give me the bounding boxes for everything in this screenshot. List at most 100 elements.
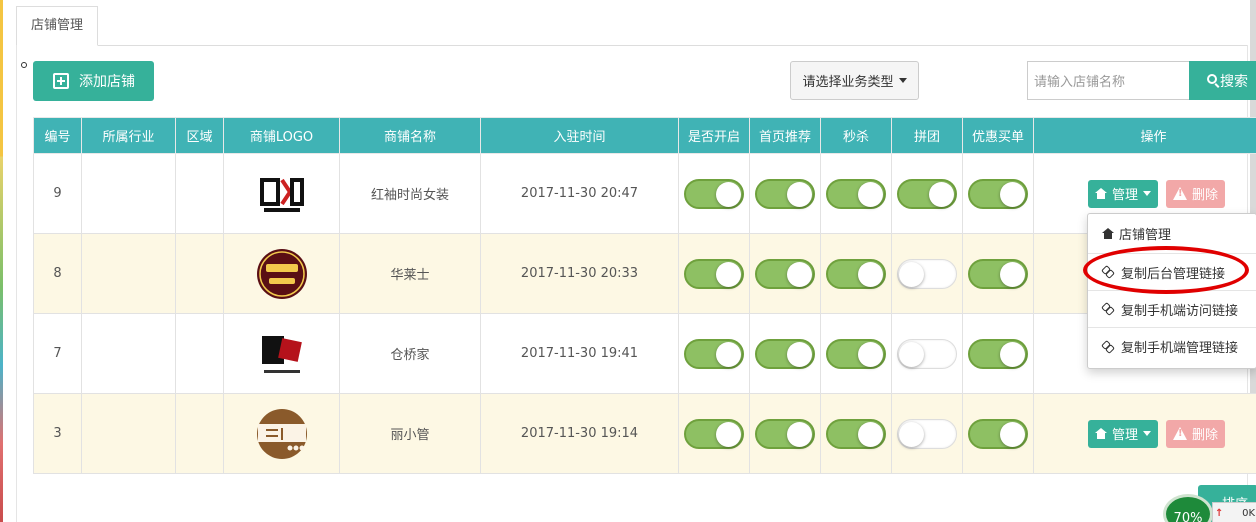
toggle-open[interactable] [684,418,744,449]
delete-label: 删除 [1192,428,1219,443]
header-time: 入驻时间 [480,117,679,154]
toggle-home-recommend[interactable] [755,258,815,289]
business-type-select[interactable]: 请选择业务类型 [790,61,919,100]
manage-button[interactable]: 管理 [1088,179,1159,208]
cell-id: 7 [33,313,82,394]
table-row: 3 丽小管 2017-11-30 19:14 管理 删 [33,393,1256,474]
toggle-knob [787,421,812,447]
toggle-group-buy[interactable] [897,258,957,289]
cell-discount [962,313,1034,394]
toggle-open[interactable] [684,178,744,209]
menu-item-label: 店铺管理 [1119,228,1172,243]
delete-button[interactable]: 删除 [1166,179,1226,208]
cell-open [678,153,750,234]
cell-discount [962,153,1034,234]
cell-name: 华莱士 [339,233,481,314]
toggle-group-buy[interactable] [897,338,957,369]
cell-open [678,393,750,474]
left-color-strip [0,0,3,522]
table-row: 7 仓桥家 2017-11-30 19:41 [33,313,1256,394]
home-icon [1095,188,1107,199]
cell-actions: 管理 删除 [1033,393,1256,474]
toggle-discount-pay[interactable] [968,178,1028,209]
shop-logo-cangqiaojia [255,327,308,380]
toggle-home-recommend[interactable] [755,418,815,449]
cell-time: 2017-11-30 20:33 [480,233,679,314]
shop-name-search-input[interactable]: 请输入店铺名称 [1027,61,1190,100]
network-speed-widget: ↑ 0K [1212,502,1256,522]
header-open: 是否开启 [678,117,750,154]
manage-button[interactable]: 管理 [1088,419,1159,448]
cell-group [891,313,963,394]
header-industry: 所属行业 [81,117,176,154]
toggle-knob [787,181,812,207]
cell-discount [962,393,1034,474]
cell-home [749,233,821,314]
cell-name: 丽小管 [339,393,481,474]
toggle-flash-sale[interactable] [826,258,886,289]
delete-button[interactable]: 删除 [1166,419,1226,448]
cell-home [749,313,821,394]
cell-industry [81,233,176,314]
link-icon [1102,341,1114,353]
toggle-open[interactable] [684,338,744,369]
cell-home [749,393,821,474]
cell-logo [223,233,340,314]
toggle-home-recommend[interactable] [755,178,815,209]
cell-logo [223,313,340,394]
toggle-discount-pay[interactable] [968,258,1028,289]
cell-flash [820,313,892,394]
menu-item-copy-mobile-visit-link[interactable]: 复制手机端访问链接 [1088,291,1256,328]
search-placeholder: 请输入店铺名称 [1034,75,1126,90]
add-shop-label: 添加店铺 [79,74,135,90]
search-button[interactable]: 搜索 [1189,61,1256,100]
toggle-discount-pay[interactable] [968,418,1028,449]
cell-region [175,233,224,314]
cell-open [678,313,750,394]
header-id: 编号 [33,117,82,154]
toggle-discount-pay[interactable] [968,338,1028,369]
cell-logo [223,153,340,234]
menu-item-copy-mobile-admin-link[interactable]: 复制手机端管理链接 [1088,328,1256,365]
toggle-flash-sale[interactable] [826,338,886,369]
header-actions: 操作 [1033,117,1256,154]
shop-logo-lixiaoguan [256,408,307,459]
header-region: 区域 [175,117,224,154]
cell-flash [820,153,892,234]
toggle-knob [787,341,812,367]
cell-industry [81,153,176,234]
cell-name: 红袖时尚女装 [339,153,481,234]
cell-time: 2017-11-30 20:47 [480,153,679,234]
toggle-knob [858,341,883,367]
shop-logo-wallace [256,248,307,299]
toggle-knob [929,181,954,207]
upload-arrow-icon: ↑ [1215,507,1224,519]
cell-time: 2017-11-30 19:14 [480,393,679,474]
toggle-home-recommend[interactable] [755,338,815,369]
shop-logo-hongxiu [256,168,307,219]
tab-bar: 店铺管理 [16,6,1248,46]
toggle-flash-sale[interactable] [826,178,886,209]
search-icon [1207,73,1217,84]
toggle-knob [858,421,883,447]
toggle-knob [716,261,741,287]
toggle-group-buy[interactable] [897,178,957,209]
toggle-knob [787,261,812,287]
toggle-flash-sale[interactable] [826,418,886,449]
toggle-knob [1000,421,1025,447]
shop-table: 编号 所属行业 区域 商铺LOGO 商铺名称 入驻时间 是否开启 首页推荐 秒杀… [33,117,1256,474]
plus-icon [53,73,69,89]
manage-label: 管理 [1112,188,1139,203]
toggle-open[interactable] [684,258,744,289]
cell-id: 9 [33,153,82,234]
cell-industry [81,393,176,474]
cell-group [891,393,963,474]
link-icon [1102,303,1114,315]
toggle-group-buy[interactable] [897,418,957,449]
header-flash-sale: 秒杀 [820,117,892,154]
header-name: 商铺名称 [339,117,481,154]
home-icon [1095,428,1107,439]
tab-shop-management[interactable]: 店铺管理 [16,6,99,46]
add-shop-button[interactable]: 添加店铺 [33,61,154,101]
toggle-knob [1000,261,1025,287]
